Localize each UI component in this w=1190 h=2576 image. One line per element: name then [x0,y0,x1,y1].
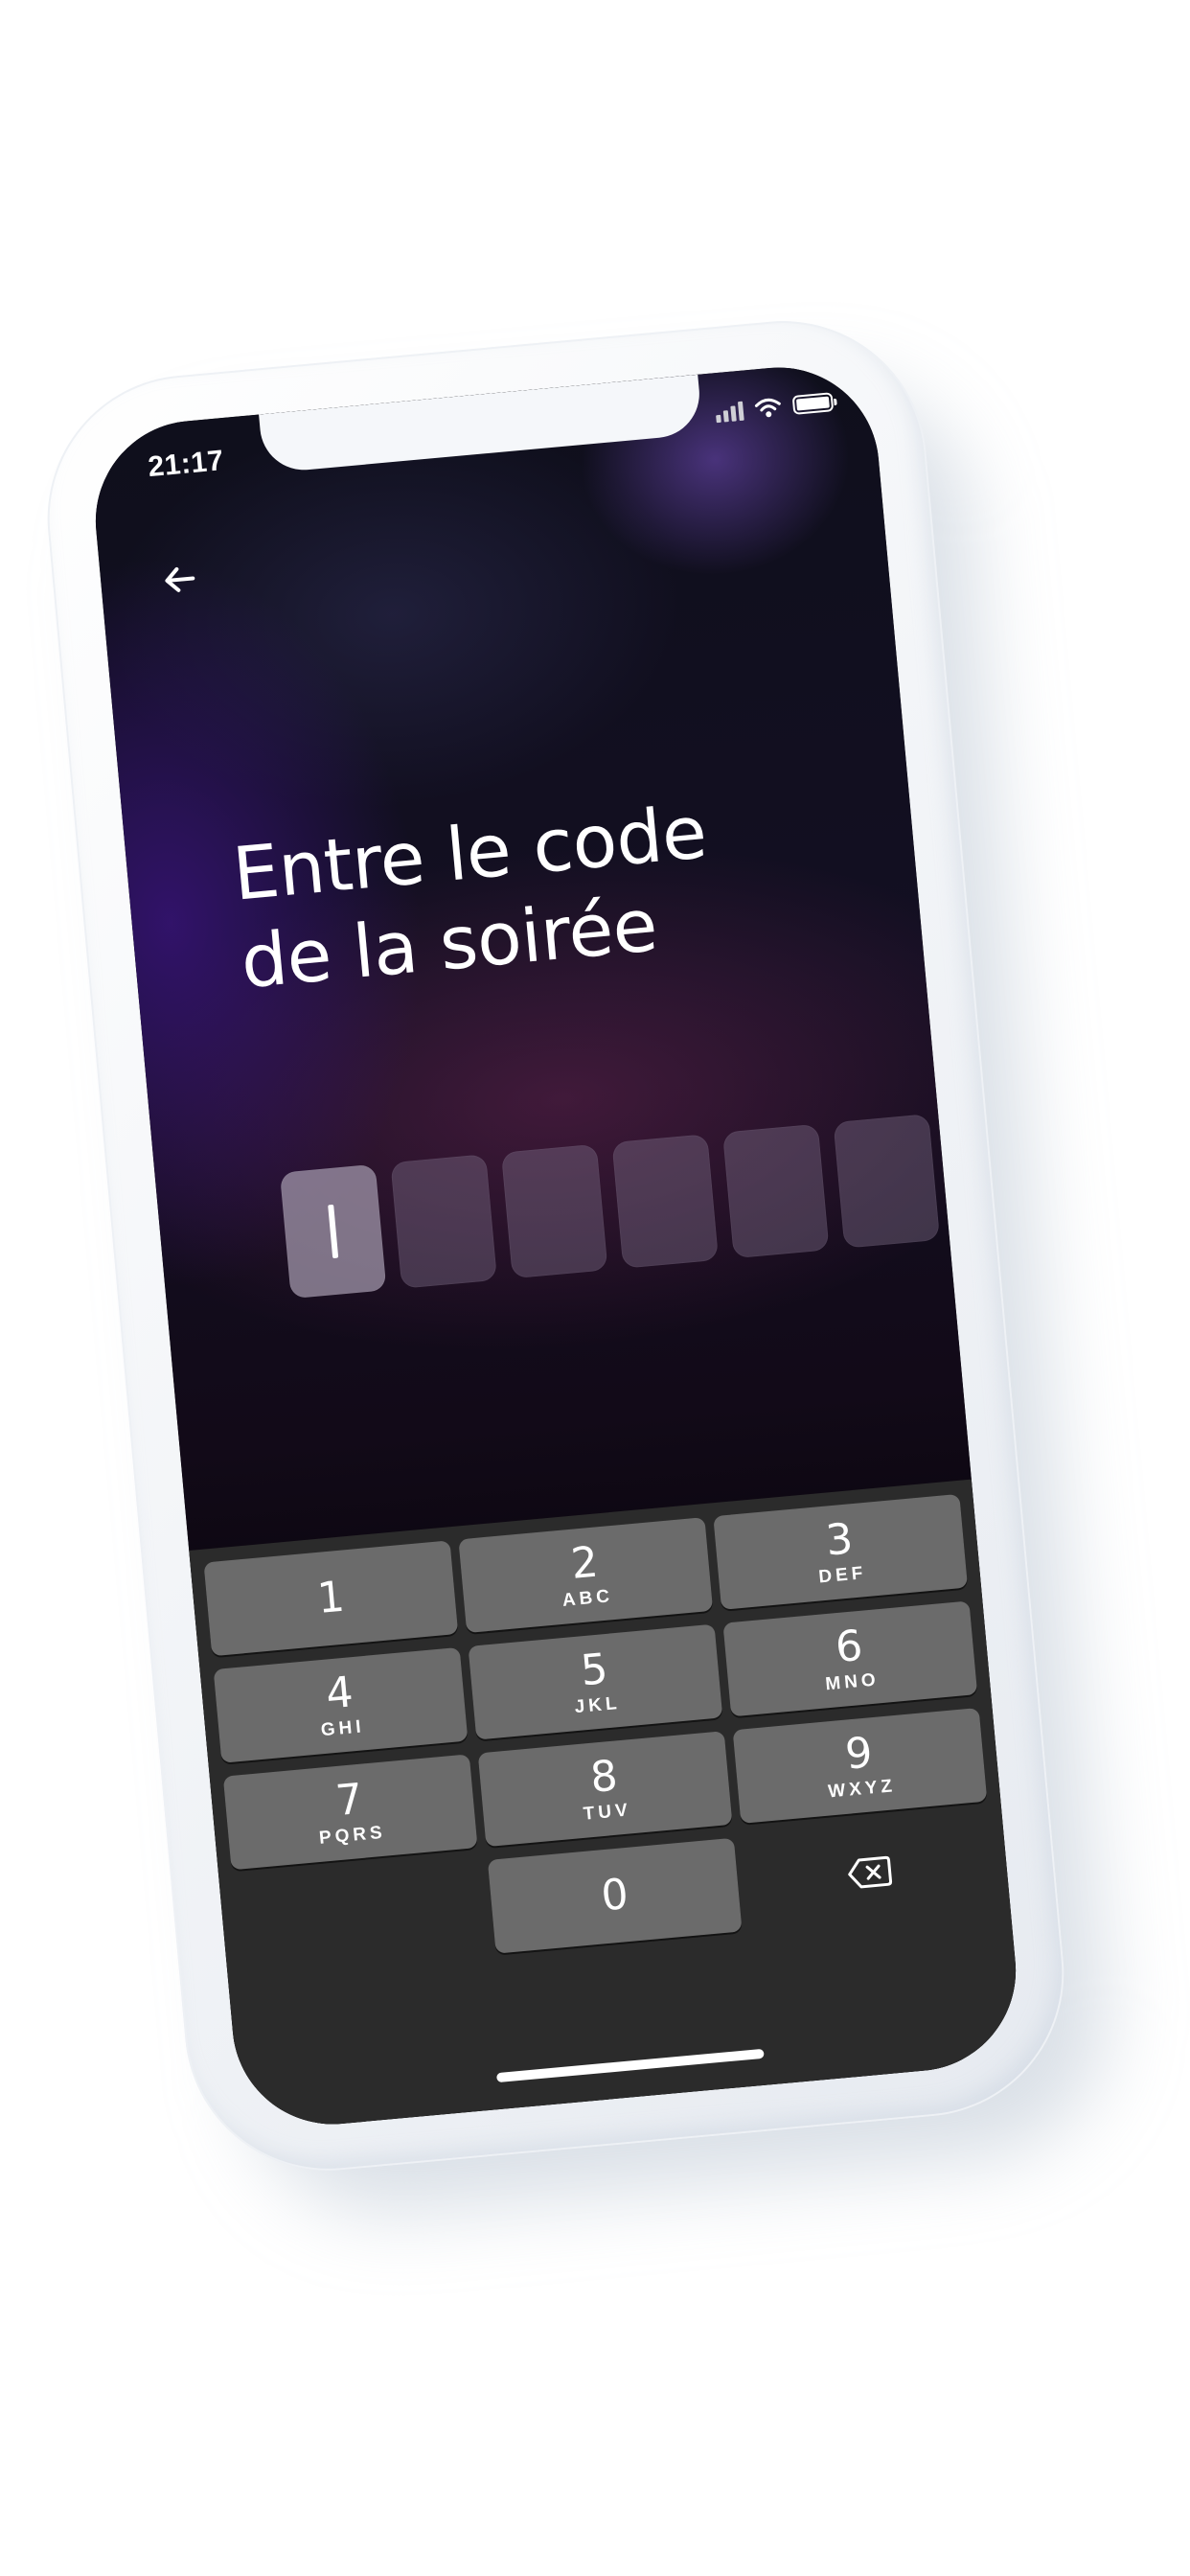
cellular-signal-icon [715,400,744,424]
code-digit-box-3[interactable] [500,1143,608,1279]
stage: 21:17 Entre le code de la soirée 1 2 ABC… [0,0,1190,2576]
wifi-icon [754,398,781,418]
key-1[interactable]: 1 [203,1540,459,1657]
numeric-keypad: 1 2 ABC 3 DEF 4 GHI 5 JKL 6 MNO 7 PQRS 8… [189,1479,1025,2133]
home-indicator[interactable] [495,2048,765,2083]
code-digit-box-1[interactable] [279,1163,387,1300]
key-3[interactable]: 3 DEF [713,1493,969,1610]
key-digit: 1 [315,1572,347,1623]
key-digit: 6 [833,1621,865,1673]
key-letters: MNO [824,1669,881,1695]
key-digit: 2 [568,1537,601,1589]
key-0[interactable]: 0 [487,1837,743,1954]
battery-icon [791,392,835,415]
key-letters: DEF [817,1563,868,1588]
key-letters: WXYZ [827,1776,897,1803]
status-time: 21:17 [147,445,226,484]
key-9[interactable]: 9 WXYZ [732,1707,988,1824]
key-letters: ABC [561,1586,614,1611]
key-5[interactable]: 5 JKL [468,1623,723,1740]
key-8[interactable]: 8 TUV [477,1731,733,1848]
key-2[interactable]: 2 ABC [458,1517,714,1634]
key-letters: JKL [573,1692,622,1718]
text-caret [328,1204,339,1259]
delete-key[interactable] [743,1815,997,1931]
key-digit: 0 [599,1870,630,1921]
phone-mockup: 21:17 Entre le code de la soirée 1 2 ABC… [34,309,1119,2226]
key-digit: 4 [324,1668,355,1719]
key-letters: GHI [319,1716,366,1741]
code-digit-box-4[interactable] [611,1134,720,1269]
key-digit: 3 [823,1514,856,1566]
backspace-icon [848,1855,893,1889]
key-7[interactable]: 7 PQRS [222,1754,478,1871]
key-4[interactable]: 4 GHI [213,1646,469,1763]
key-digit: 8 [588,1751,620,1803]
key-digit: 7 [333,1774,365,1827]
code-digit-box-5[interactable] [721,1123,830,1259]
code-digit-box-2[interactable] [390,1154,497,1289]
phone-screen: 21:17 Entre le code de la soirée 1 2 ABC… [86,358,1025,2133]
key-6[interactable]: 6 MNO [722,1600,978,1717]
key-letters: PQRS [318,1822,387,1849]
back-button[interactable] [154,555,204,605]
key-letters: TUV [582,1800,632,1825]
phone-frame: 21:17 Entre le code de la soirée 1 2 ABC… [34,309,1077,2183]
arrow-left-icon [165,566,195,592]
key-blank [233,1861,488,1977]
key-digit: 5 [579,1644,610,1696]
code-digit-box-6[interactable] [833,1114,941,1249]
key-digit: 9 [843,1728,875,1780]
